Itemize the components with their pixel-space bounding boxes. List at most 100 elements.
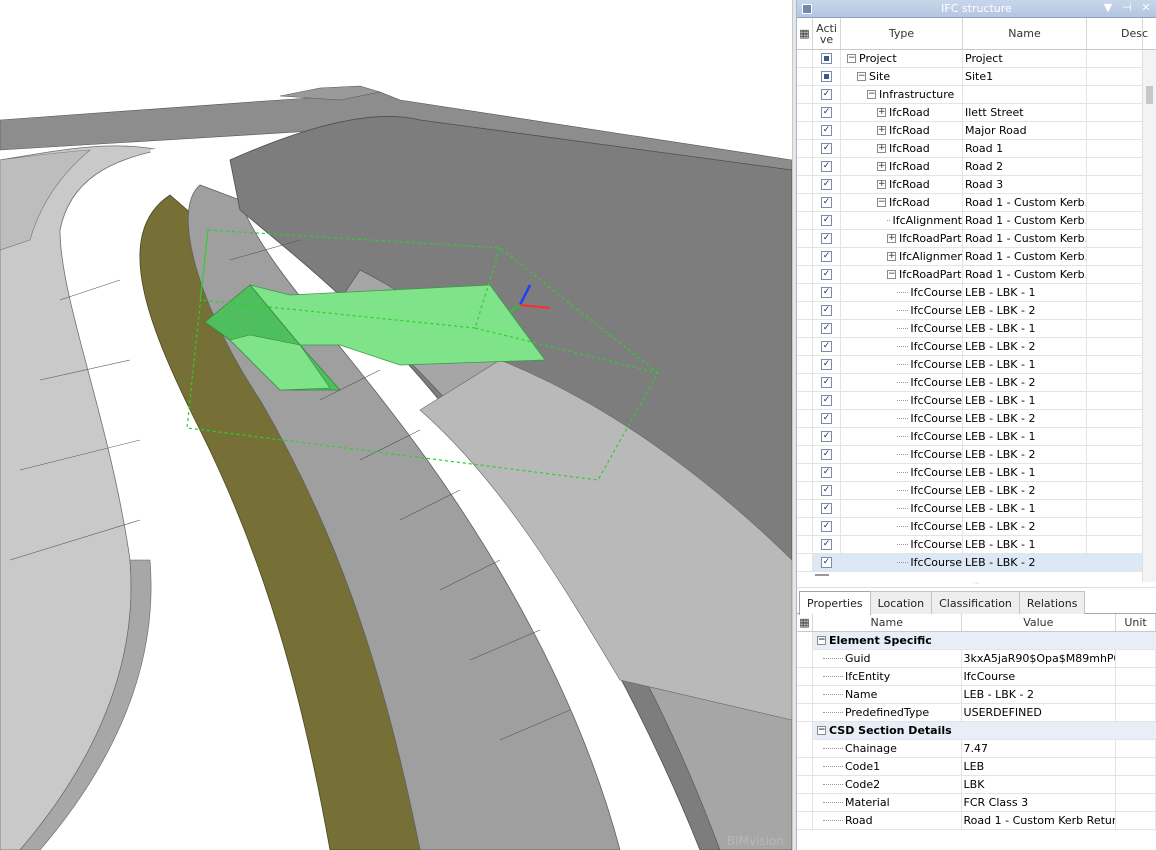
active-checkbox[interactable]: ✓ — [821, 125, 832, 136]
tree-row[interactable]: ✓ IfcCourse LEB - LBK - 2 — [797, 482, 1156, 500]
property-value[interactable]: USERDEFINED — [962, 704, 1117, 721]
tree-row[interactable]: ✓ IfcCourse LEB - LBK - 2 — [797, 410, 1156, 428]
tree-row[interactable]: ✓ IfcCourse LEB - LBK - 1 — [797, 464, 1156, 482]
tree-row[interactable]: − Project Project — [797, 50, 1156, 68]
property-row[interactable]: Road Road 1 - Custom Kerb Return — [797, 812, 1156, 830]
collapse-icon[interactable]: − — [877, 198, 886, 207]
tree-row[interactable]: ✓ + IfcRoad Major Road — [797, 122, 1156, 140]
column-type-header[interactable]: Type — [841, 18, 963, 49]
active-checkbox[interactable]: ✓ — [821, 251, 832, 262]
tree-row[interactable]: ✓ IfcCourse LEB - LBK - 1 — [797, 284, 1156, 302]
expand-icon[interactable]: + — [877, 180, 886, 189]
tree-row[interactable]: ✓ + IfcRoadPart Road 1 - Custom Kerb... — [797, 230, 1156, 248]
collapse-icon[interactable]: − — [847, 54, 856, 63]
expand-icon[interactable]: + — [877, 126, 886, 135]
expand-icon[interactable]: + — [887, 252, 896, 261]
active-checkbox[interactable]: ✓ — [821, 287, 832, 298]
property-row[interactable]: Guid 3kxA5jaR90$Opa$M89mhP0 — [797, 650, 1156, 668]
tree-row[interactable]: ✓ IfcAlignment Road 1 - Custom Kerb... — [797, 212, 1156, 230]
property-value[interactable]: 7.47 — [962, 740, 1117, 757]
active-checkbox[interactable]: ✓ — [821, 323, 832, 334]
column-chooser-icon[interactable]: ▦ — [797, 18, 813, 49]
active-checkbox[interactable]: ✓ — [821, 197, 832, 208]
active-checkbox[interactable]: ✓ — [821, 89, 832, 100]
active-checkbox[interactable]: ✓ — [821, 305, 832, 316]
tree-row[interactable]: ✓ IfcCourse LEB - LBK - 2 — [797, 518, 1156, 536]
active-checkbox[interactable]: ✓ — [821, 161, 832, 172]
active-checkbox[interactable]: ✓ — [821, 485, 832, 496]
property-row[interactable]: Name LEB - LBK - 2 — [797, 686, 1156, 704]
active-checkbox[interactable]: ✓ — [821, 467, 832, 478]
tab-properties[interactable]: Properties — [799, 591, 871, 615]
property-row[interactable]: Code1 LEB — [797, 758, 1156, 776]
tree-row[interactable]: ✓ IfcCourse LEB - LBK - 1 — [797, 500, 1156, 518]
tab-location[interactable]: Location — [869, 591, 933, 614]
property-value[interactable]: LBK — [962, 776, 1117, 793]
tree-vertical-scrollbar[interactable] — [1142, 50, 1156, 582]
active-checkbox[interactable]: ✓ — [821, 449, 832, 460]
3d-viewport[interactable]: BIMvision — [0, 0, 792, 850]
tab-relations[interactable]: Relations — [1018, 591, 1086, 614]
tree-row[interactable]: ✓ IfcCourse LEB - LBK - 2 — [797, 446, 1156, 464]
expand-icon[interactable]: + — [877, 108, 886, 117]
active-checkbox[interactable]: ✓ — [821, 431, 832, 442]
property-value[interactable]: LEB — [962, 758, 1117, 775]
tree-row[interactable]: ✓ IfcCourse LEB - LBK - 2 — [797, 338, 1156, 356]
tree-row[interactable]: ✓ IfcCourse LEB - LBK - 2 — [797, 302, 1156, 320]
tree-row[interactable]: ✓ IfcCourse LEB - LBK - 1 — [797, 320, 1156, 338]
tree-row[interactable]: ✓ + IfcRoad Road 3 — [797, 176, 1156, 194]
prop-column-unit[interactable]: Unit — [1116, 614, 1156, 631]
tree-hscroll-thumb[interactable] — [815, 574, 829, 576]
tree-row[interactable]: ✓ + IfcRoad Ilett Street — [797, 104, 1156, 122]
collapse-icon[interactable]: − — [857, 72, 866, 81]
prop-column-name[interactable]: Name — [813, 614, 962, 631]
tree-row[interactable]: ✓ IfcCourse LEB - LBK - 1 — [797, 536, 1156, 554]
expand-icon[interactable]: + — [877, 144, 886, 153]
active-checkbox[interactable]: ✓ — [821, 557, 832, 568]
column-desc-header[interactable]: Desc — [1087, 18, 1148, 49]
active-checkbox[interactable]: ✓ — [821, 179, 832, 190]
property-row[interactable]: Code2 LBK — [797, 776, 1156, 794]
active-checkbox[interactable]: ✓ — [821, 377, 832, 388]
property-row[interactable]: Material FCR Class 3 — [797, 794, 1156, 812]
active-checkbox[interactable]: ✓ — [821, 143, 832, 154]
tree-scroll-thumb[interactable] — [1146, 86, 1153, 104]
property-category[interactable]: − CSD Section Details — [797, 721, 1156, 740]
collapse-icon[interactable]: − — [817, 636, 826, 645]
active-checkbox[interactable]: ✓ — [821, 233, 832, 244]
property-row[interactable]: PredefinedType USERDEFINED — [797, 704, 1156, 722]
tree-row[interactable]: ✓ + IfcRoad Road 2 — [797, 158, 1156, 176]
expand-icon[interactable]: + — [877, 162, 886, 171]
active-checkbox[interactable]: ✓ — [821, 269, 832, 280]
tree-horizontal-scrollbar[interactable] — [813, 568, 1143, 582]
active-checkbox[interactable]: ✓ — [821, 215, 832, 226]
tree-row[interactable]: ✓ − IfcRoad Road 1 - Custom Kerb... — [797, 194, 1156, 212]
property-value[interactable]: 3kxA5jaR90$Opa$M89mhP0 — [962, 650, 1117, 667]
tree-row[interactable]: ✓ IfcCourse LEB - LBK - 1 — [797, 356, 1156, 374]
tree-row[interactable]: ✓ − IfcRoadPart Road 1 - Custom Kerb... — [797, 266, 1156, 284]
column-active-header[interactable]: Acti ve — [813, 18, 841, 49]
active-checkbox[interactable] — [821, 71, 832, 82]
collapse-icon[interactable]: − — [887, 270, 896, 279]
pin-icon[interactable]: ⊣ — [1121, 1, 1133, 14]
properties-column-chooser-icon[interactable]: ▦ — [797, 614, 813, 631]
active-checkbox[interactable] — [821, 53, 832, 64]
property-value[interactable]: Road 1 - Custom Kerb Return — [962, 812, 1117, 829]
active-checkbox[interactable]: ✓ — [821, 107, 832, 118]
tree-row[interactable]: ✓ IfcCourse LEB - LBK - 2 — [797, 374, 1156, 392]
active-checkbox[interactable]: ✓ — [821, 359, 832, 370]
active-checkbox[interactable]: ✓ — [821, 341, 832, 352]
active-checkbox[interactable]: ✓ — [821, 521, 832, 532]
tree-row[interactable]: − Site Site1 — [797, 68, 1156, 86]
tree-row[interactable]: ✓ + IfcAlignment Road 1 - Custom Kerb... — [797, 248, 1156, 266]
property-value[interactable]: IfcCourse — [962, 668, 1117, 685]
active-checkbox[interactable]: ✓ — [821, 503, 832, 514]
collapse-icon[interactable]: − — [867, 90, 876, 99]
column-name-header[interactable]: Name — [963, 18, 1087, 49]
dropdown-arrow-icon[interactable]: ▼ — [1102, 1, 1114, 14]
active-checkbox[interactable]: ✓ — [821, 413, 832, 424]
tree-row[interactable]: ✓ + IfcRoad Road 1 — [797, 140, 1156, 158]
tab-classification[interactable]: Classification — [931, 591, 1020, 614]
property-value[interactable]: FCR Class 3 — [962, 794, 1117, 811]
tree-row[interactable]: ✓ − Infrastructure — [797, 86, 1156, 104]
